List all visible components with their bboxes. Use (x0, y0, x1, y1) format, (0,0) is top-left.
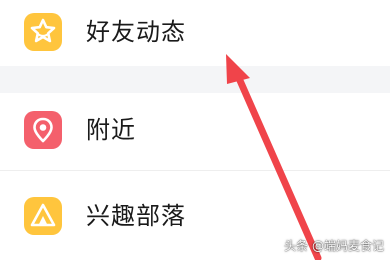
section-divider (0, 66, 390, 93)
tent-icon (24, 197, 62, 235)
menu-item-label: 附近 (86, 116, 136, 144)
watermark: 头条 @端妈麦食记 (284, 239, 384, 253)
menu-item-friend-updates[interactable]: 好友动态 (0, 0, 390, 64)
menu-item-label: 好友动态 (86, 18, 186, 46)
star-icon (24, 13, 62, 51)
location-pin-icon (24, 111, 62, 149)
menu-item-nearby[interactable]: 附近 (0, 98, 390, 162)
menu-item-label: 兴趣部落 (86, 202, 186, 230)
row-divider (0, 170, 390, 171)
